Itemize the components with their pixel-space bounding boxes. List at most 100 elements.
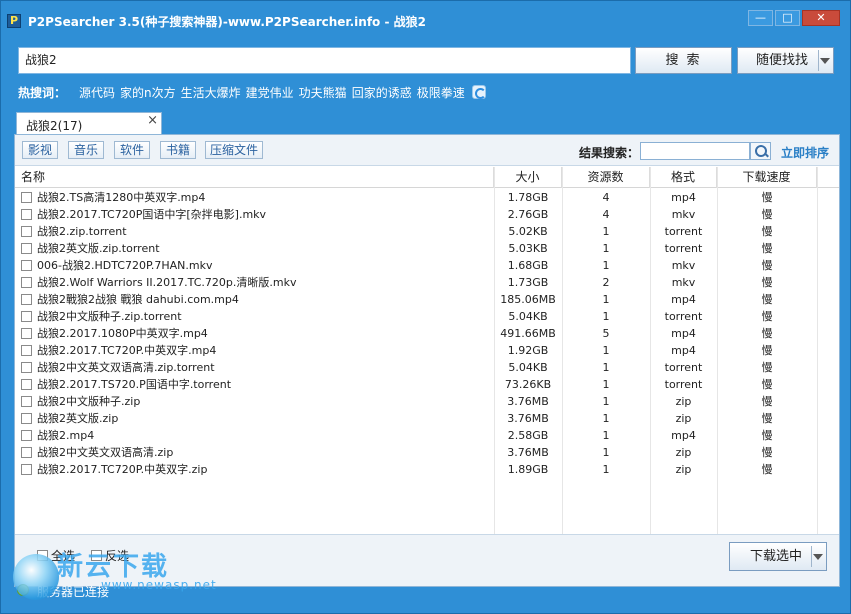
filter-software-button[interactable]: 软件 (114, 141, 150, 159)
window-controls: — □ ✕ (746, 10, 840, 26)
hot-word-link[interactable]: 生活大爆炸 (181, 84, 241, 101)
table-row[interactable]: 战狼2.mp4 2.58GB 1 mp4 慢 (15, 427, 839, 444)
row-checkbox[interactable] (21, 294, 32, 305)
cell-format: torrent (664, 242, 703, 255)
row-checkbox[interactable] (21, 209, 32, 220)
chevron-down-icon[interactable] (820, 58, 830, 64)
maximize-button[interactable]: □ (775, 10, 800, 26)
cell-speed: 慢 (761, 395, 773, 408)
hot-word-link[interactable]: 源代码 (79, 84, 115, 101)
cell-size: 185.06MB (500, 293, 556, 306)
filter-music-button[interactable]: 音乐 (68, 141, 104, 159)
cell-speed: 慢 (761, 429, 773, 442)
result-search-input[interactable] (640, 142, 750, 160)
row-checkbox[interactable] (21, 430, 32, 441)
minimize-button[interactable]: — (748, 10, 773, 26)
tab-close-icon[interactable]: × (147, 113, 158, 128)
random-search-button[interactable]: 随便找找 (737, 47, 834, 74)
row-checkbox[interactable] (21, 362, 32, 373)
hot-word-link[interactable]: 建党伟业 (246, 84, 294, 101)
cell-size: 5.03KB (508, 242, 548, 255)
cell-speed: 慢 (761, 463, 773, 476)
cell-size: 1.92GB (507, 344, 549, 357)
random-search-label: 随便找找 (756, 53, 809, 68)
table-row[interactable]: 战狼2戰狼2战狼 戰狼 dahubi.com.mp4 185.06MB 1 mp4 慢 (15, 291, 839, 308)
cell-format: zip (675, 395, 692, 408)
table-row[interactable]: 战狼2中文英文双语高清.zip 3.76MB 1 zip 慢 (15, 444, 839, 461)
sort-now-link[interactable]: 立即排序 (781, 144, 829, 161)
table-row[interactable]: 006-战狼2.HDTC720P.7HAN.mkv 1.68GB 1 mkv 慢 (15, 257, 839, 274)
table-row[interactable]: 战狼2.2017.TC720P国语中字[杂拌电影].mkv 2.76GB 4 mkv 慢 (15, 206, 839, 223)
cell-name: 战狼2中文英文双语高清.zip (37, 446, 174, 459)
hot-words-label: 热搜词： (18, 85, 67, 100)
cell-speed: 慢 (761, 310, 773, 323)
row-checkbox[interactable] (21, 396, 32, 407)
download-selected-label: 下载选中 (750, 549, 803, 564)
row-checkbox[interactable] (21, 447, 32, 458)
table-row[interactable]: 战狼2.2017.1080P中英双字.mp4 491.66MB 5 mp4 慢 (15, 325, 839, 342)
title-bar[interactable]: P P2PSearcher 3.5(种子搜索神器)-www.P2PSearche… (1, 1, 850, 37)
table-row[interactable]: 战狼2中文版种子.zip.torrent 5.04KB 1 torrent 慢 (15, 308, 839, 325)
cell-size: 2.76GB (507, 208, 549, 221)
cell-sources: 1 (602, 446, 610, 459)
cell-format: torrent (664, 310, 703, 323)
cell-sources: 1 (602, 293, 610, 306)
table-row[interactable]: 战狼2.zip.torrent 5.02KB 1 torrent 慢 (15, 223, 839, 240)
close-button[interactable]: ✕ (802, 10, 840, 26)
column-header-name[interactable]: 名称 (21, 167, 494, 188)
hot-word-link[interactable]: 家的n次方 (120, 84, 176, 101)
column-header-speed[interactable]: 下载速度 (717, 167, 817, 188)
row-checkbox[interactable] (21, 464, 32, 475)
hot-words-bar: 热搜词： 源代码 家的n次方 生活大爆炸 建党伟业 功夫熊猫 回家的诱惑 极限拳… (18, 84, 486, 100)
search-icon[interactable] (750, 142, 771, 160)
filter-video-button[interactable]: 影视 (22, 141, 58, 159)
row-checkbox[interactable] (21, 243, 32, 254)
table-row[interactable]: 战狼2英文版.zip 3.76MB 1 zip 慢 (15, 410, 839, 427)
cell-size: 5.04KB (508, 361, 548, 374)
app-window: P P2PSearcher 3.5(种子搜索神器)-www.P2PSearche… (0, 0, 851, 614)
cell-speed: 慢 (761, 208, 773, 221)
column-header-sources[interactable]: 资源数 (562, 167, 650, 188)
hot-word-link[interactable]: 功夫熊猫 (299, 84, 347, 101)
table-row[interactable]: 战狼2中文版种子.zip 3.76MB 1 zip 慢 (15, 393, 839, 410)
cell-format: zip (675, 412, 692, 425)
row-checkbox[interactable] (21, 379, 32, 390)
row-checkbox[interactable] (21, 192, 32, 203)
download-selected-button[interactable]: 下载选中 (729, 542, 827, 571)
column-header-format[interactable]: 格式 (650, 167, 717, 188)
search-input[interactable]: 战狼2 (18, 47, 631, 74)
cell-sources: 1 (602, 259, 610, 272)
row-checkbox[interactable] (21, 277, 32, 288)
table-row[interactable]: 战狼2.2017.TC720P.中英双字.mp4 1.92GB 1 mp4 慢 (15, 342, 839, 359)
table-row[interactable]: 战狼2英文版.zip.torrent 5.03KB 1 torrent 慢 (15, 240, 839, 257)
column-header-size[interactable]: 大小 (494, 167, 562, 188)
table-row[interactable]: 战狼2.2017.TC720P.中英双字.zip 1.89GB 1 zip 慢 (15, 461, 839, 478)
chevron-down-icon[interactable] (813, 554, 823, 560)
row-checkbox[interactable] (21, 260, 32, 271)
row-checkbox[interactable] (21, 345, 32, 356)
table-row[interactable]: 战狼2.2017.TS720.P国语中字.torrent 73.26KB 1 torr… (15, 376, 839, 393)
cell-speed: 慢 (761, 361, 773, 374)
hot-word-link[interactable]: 回家的诱惑 (352, 84, 412, 101)
tab-search-result[interactable]: 战狼2(17) × (16, 112, 162, 135)
cell-sources: 1 (602, 395, 610, 408)
cell-name: 战狼2英文版.zip (37, 412, 119, 425)
row-checkbox[interactable] (21, 226, 32, 237)
table-row[interactable]: 战狼2中文英文双语高清.zip.torrent 5.04KB 1 torrent 慢 (15, 359, 839, 376)
filter-archive-button[interactable]: 压缩文件 (205, 141, 263, 159)
cell-speed: 慢 (761, 276, 773, 289)
row-checkbox[interactable] (21, 311, 32, 322)
row-checkbox[interactable] (21, 413, 32, 424)
cell-sources: 1 (602, 225, 610, 238)
cell-size: 491.66MB (500, 327, 556, 340)
cell-name: 战狼2.mp4 (37, 429, 95, 442)
table-row[interactable]: 战狼2.TS高清1280中英双字.mp4 1.78GB 4 mp4 慢 (15, 189, 839, 206)
filter-books-button[interactable]: 书籍 (160, 141, 196, 159)
refresh-icon[interactable] (471, 85, 486, 99)
cell-size: 1.89GB (507, 463, 549, 476)
search-button[interactable]: 搜索 (635, 47, 732, 74)
hot-word-link[interactable]: 极限拳速 (417, 84, 465, 101)
table-row[interactable]: 战狼2.Wolf Warriors II.2017.TC.720p.清晰版.mk… (15, 274, 839, 291)
cell-sources: 1 (602, 310, 610, 323)
row-checkbox[interactable] (21, 328, 32, 339)
